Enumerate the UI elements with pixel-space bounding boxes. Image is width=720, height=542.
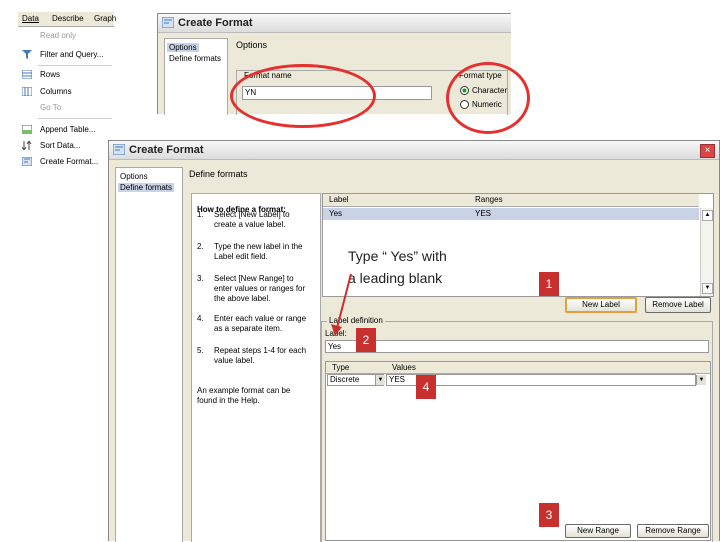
col-header-label: Label	[329, 195, 349, 204]
howto-step-number: 2.	[197, 242, 204, 251]
menu-graph[interactable]: Graph	[94, 14, 116, 23]
menu-item-rows[interactable]: Rows	[18, 67, 114, 83]
nav-item-options[interactable]: Options	[167, 43, 199, 52]
annotation-arrow	[331, 273, 352, 336]
ranges-table-header: Type Values	[326, 362, 710, 374]
remove-range-button[interactable]: Remove Range	[637, 524, 709, 538]
create-format-dialog-options: Create Format Options Define formats Opt…	[157, 13, 530, 134]
callout-4: 4	[416, 375, 436, 399]
col-header-ranges: Ranges	[475, 195, 503, 204]
howto-step-number: 1.	[197, 210, 204, 219]
annotation-note: Type “ Yes” with a leading blank	[348, 248, 447, 286]
howto-step-number: 4.	[197, 314, 204, 323]
new-range-button[interactable]: New Range	[565, 524, 631, 538]
create-format-icon	[22, 157, 32, 166]
labels-table-header: Label Ranges	[323, 194, 699, 207]
nav-pane: Options Define formats	[115, 167, 183, 542]
chevron-down-icon[interactable]: ▼	[375, 375, 385, 385]
menu-item-read-only[interactable]: Read only	[18, 28, 114, 44]
ranges-table: Type Values Discrete ▼ YES ▼	[325, 361, 711, 541]
label-input[interactable]: Yes	[325, 340, 709, 353]
data-menu: Data Describe Graph Read only Filter and…	[18, 12, 116, 172]
append-table-icon	[22, 125, 32, 134]
callout-2: 2	[356, 328, 376, 352]
dialog-titlebar: Create Format	[158, 14, 511, 33]
labels-scrollbar[interactable]: ▲ ▼	[700, 208, 713, 296]
howto-step-text: Select [New Label] to create a value lab…	[214, 210, 290, 229]
rows-icon	[22, 70, 32, 79]
menu-item-sort-data[interactable]: Sort Data...	[18, 138, 114, 154]
create-format-icon	[162, 17, 174, 28]
howto-step-text: Select [New Range] to enter values or ra…	[214, 274, 306, 303]
nav-item-define-formats[interactable]: Define formats	[118, 183, 175, 192]
menu-separator	[38, 65, 112, 66]
row-label: Yes	[329, 209, 343, 218]
section-title: Define formats	[189, 169, 248, 179]
menu-separator	[38, 118, 112, 119]
howto-step-number: 3.	[197, 274, 204, 283]
menu-data[interactable]: Data	[22, 14, 39, 23]
nav-item-define-formats[interactable]: Define formats	[169, 54, 221, 63]
howto-step-number: 5.	[197, 346, 204, 355]
scroll-up-icon[interactable]: ▲	[702, 210, 713, 221]
menu-item-filter[interactable]: Filter and Query...	[18, 47, 114, 63]
new-label-button[interactable]: New Label	[565, 297, 637, 313]
sort-icon	[22, 141, 32, 150]
menu-bar: Data Describe Graph	[18, 12, 116, 27]
howto-step-text: Repeat steps 1-4 for each value label.	[214, 346, 307, 365]
howto-footer: An example format can be found in the He…	[197, 386, 291, 405]
howto-step-text: Type the new label in the Label edit fie…	[214, 242, 303, 261]
table-row[interactable]: Yes YES	[323, 208, 699, 220]
highlight-oval-format-name	[230, 64, 376, 128]
menu-item-create-format[interactable]: Create Format...	[18, 154, 114, 170]
remove-label-button[interactable]: Remove Label	[645, 297, 711, 313]
dialog-title: Create Format	[129, 144, 204, 156]
close-button[interactable]: ×	[700, 144, 715, 158]
nav-item-options[interactable]: Options	[120, 172, 148, 181]
filter-icon	[22, 50, 32, 59]
scroll-down-icon[interactable]: ▼	[702, 283, 713, 294]
section-title: Options	[236, 40, 268, 50]
highlight-oval-format-type	[446, 62, 530, 134]
row-range: YES	[475, 209, 492, 218]
dialog-title: Create Format	[178, 17, 253, 29]
nav-pane: Options Define formats	[164, 38, 228, 115]
chevron-down-icon[interactable]: ▼	[696, 375, 706, 385]
menu-item-go-to[interactable]: Go To	[18, 100, 114, 116]
howto-step-text: Enter each value or range as a separate …	[214, 314, 307, 333]
col-header-values: Values	[392, 363, 416, 372]
columns-icon	[22, 87, 32, 96]
howto-panel: How to define a format: 1. Select [New La…	[191, 193, 321, 542]
create-format-dialog: Create Format × Options Define formats D…	[108, 140, 720, 542]
callout-3: 3	[539, 503, 559, 527]
dialog-titlebar: Create Format ×	[109, 141, 719, 160]
create-format-icon	[113, 144, 125, 155]
col-header-type: Type	[332, 363, 350, 372]
menu-describe[interactable]: Describe	[52, 14, 84, 23]
callout-1: 1	[539, 272, 559, 296]
menu-item-columns[interactable]: Columns	[18, 84, 114, 100]
menu-item-append-table[interactable]: Append Table...	[18, 122, 114, 138]
